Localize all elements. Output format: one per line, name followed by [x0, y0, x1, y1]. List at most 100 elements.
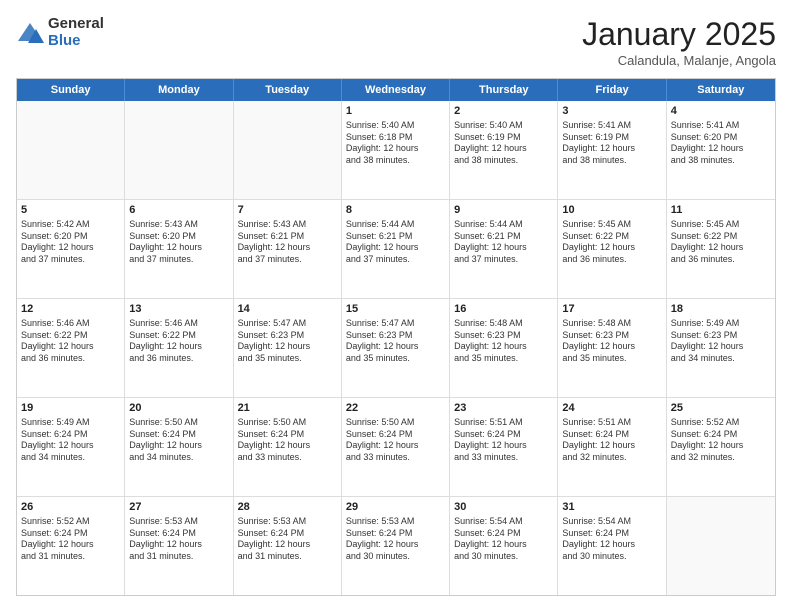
day-number: 6: [129, 203, 228, 218]
calendar-cell: [17, 101, 125, 199]
calendar-row-1: 5Sunrise: 5:42 AM Sunset: 6:20 PM Daylig…: [17, 200, 775, 299]
calendar-cell: 22Sunrise: 5:50 AM Sunset: 6:24 PM Dayli…: [342, 398, 450, 496]
day-number: 12: [21, 302, 120, 317]
day-number: 7: [238, 203, 337, 218]
day-number: 9: [454, 203, 553, 218]
cell-sun-info: Sunrise: 5:46 AM Sunset: 6:22 PM Dayligh…: [129, 318, 228, 365]
cell-sun-info: Sunrise: 5:44 AM Sunset: 6:21 PM Dayligh…: [454, 219, 553, 266]
calendar-cell: 18Sunrise: 5:49 AM Sunset: 6:23 PM Dayli…: [667, 299, 775, 397]
calendar-cell: 28Sunrise: 5:53 AM Sunset: 6:24 PM Dayli…: [234, 497, 342, 595]
cell-sun-info: Sunrise: 5:41 AM Sunset: 6:19 PM Dayligh…: [562, 120, 661, 167]
logo-general-text: General: [48, 16, 104, 33]
calendar-cell: 9Sunrise: 5:44 AM Sunset: 6:21 PM Daylig…: [450, 200, 558, 298]
day-number: 24: [562, 401, 661, 416]
day-number: 18: [671, 302, 771, 317]
calendar-cell: [125, 101, 233, 199]
cell-sun-info: Sunrise: 5:43 AM Sunset: 6:21 PM Dayligh…: [238, 219, 337, 266]
calendar-cell: 3Sunrise: 5:41 AM Sunset: 6:19 PM Daylig…: [558, 101, 666, 199]
day-number: 16: [454, 302, 553, 317]
cell-sun-info: Sunrise: 5:40 AM Sunset: 6:18 PM Dayligh…: [346, 120, 445, 167]
calendar-row-3: 19Sunrise: 5:49 AM Sunset: 6:24 PM Dayli…: [17, 398, 775, 497]
calendar-cell: 23Sunrise: 5:51 AM Sunset: 6:24 PM Dayli…: [450, 398, 558, 496]
cell-sun-info: Sunrise: 5:49 AM Sunset: 6:23 PM Dayligh…: [671, 318, 771, 365]
header-day-sunday: Sunday: [17, 79, 125, 101]
day-number: 15: [346, 302, 445, 317]
cell-sun-info: Sunrise: 5:51 AM Sunset: 6:24 PM Dayligh…: [562, 417, 661, 464]
day-number: 30: [454, 500, 553, 515]
calendar-cell: 6Sunrise: 5:43 AM Sunset: 6:20 PM Daylig…: [125, 200, 233, 298]
calendar-cell: 24Sunrise: 5:51 AM Sunset: 6:24 PM Dayli…: [558, 398, 666, 496]
cell-sun-info: Sunrise: 5:47 AM Sunset: 6:23 PM Dayligh…: [346, 318, 445, 365]
cell-sun-info: Sunrise: 5:52 AM Sunset: 6:24 PM Dayligh…: [21, 516, 120, 563]
header-day-wednesday: Wednesday: [342, 79, 450, 101]
cell-sun-info: Sunrise: 5:44 AM Sunset: 6:21 PM Dayligh…: [346, 219, 445, 266]
cell-sun-info: Sunrise: 5:41 AM Sunset: 6:20 PM Dayligh…: [671, 120, 771, 167]
calendar-cell: 29Sunrise: 5:53 AM Sunset: 6:24 PM Dayli…: [342, 497, 450, 595]
cell-sun-info: Sunrise: 5:40 AM Sunset: 6:19 PM Dayligh…: [454, 120, 553, 167]
header-day-saturday: Saturday: [667, 79, 775, 101]
header-day-monday: Monday: [125, 79, 233, 101]
cell-sun-info: Sunrise: 5:50 AM Sunset: 6:24 PM Dayligh…: [238, 417, 337, 464]
logo-blue-text: Blue: [48, 33, 104, 50]
cell-sun-info: Sunrise: 5:45 AM Sunset: 6:22 PM Dayligh…: [671, 219, 771, 266]
day-number: 2: [454, 104, 553, 119]
logo-icon: [16, 19, 44, 47]
logo: General Blue: [16, 16, 104, 49]
calendar-cell: 10Sunrise: 5:45 AM Sunset: 6:22 PM Dayli…: [558, 200, 666, 298]
calendar-cell: 11Sunrise: 5:45 AM Sunset: 6:22 PM Dayli…: [667, 200, 775, 298]
day-number: 26: [21, 500, 120, 515]
page: General Blue January 2025 Calandula, Mal…: [0, 0, 792, 612]
calendar-cell: 14Sunrise: 5:47 AM Sunset: 6:23 PM Dayli…: [234, 299, 342, 397]
calendar-cell: 31Sunrise: 5:54 AM Sunset: 6:24 PM Dayli…: [558, 497, 666, 595]
title-block: January 2025 Calandula, Malanje, Angola: [582, 16, 776, 68]
day-number: 29: [346, 500, 445, 515]
cell-sun-info: Sunrise: 5:53 AM Sunset: 6:24 PM Dayligh…: [129, 516, 228, 563]
header-day-friday: Friday: [558, 79, 666, 101]
calendar-cell: 7Sunrise: 5:43 AM Sunset: 6:21 PM Daylig…: [234, 200, 342, 298]
cell-sun-info: Sunrise: 5:48 AM Sunset: 6:23 PM Dayligh…: [454, 318, 553, 365]
cell-sun-info: Sunrise: 5:47 AM Sunset: 6:23 PM Dayligh…: [238, 318, 337, 365]
calendar-cell: [234, 101, 342, 199]
calendar-cell: [667, 497, 775, 595]
day-number: 31: [562, 500, 661, 515]
day-number: 22: [346, 401, 445, 416]
cell-sun-info: Sunrise: 5:54 AM Sunset: 6:24 PM Dayligh…: [454, 516, 553, 563]
cell-sun-info: Sunrise: 5:53 AM Sunset: 6:24 PM Dayligh…: [238, 516, 337, 563]
calendar-cell: 13Sunrise: 5:46 AM Sunset: 6:22 PM Dayli…: [125, 299, 233, 397]
cell-sun-info: Sunrise: 5:50 AM Sunset: 6:24 PM Dayligh…: [346, 417, 445, 464]
calendar-cell: 15Sunrise: 5:47 AM Sunset: 6:23 PM Dayli…: [342, 299, 450, 397]
cell-sun-info: Sunrise: 5:52 AM Sunset: 6:24 PM Dayligh…: [671, 417, 771, 464]
calendar-cell: 20Sunrise: 5:50 AM Sunset: 6:24 PM Dayli…: [125, 398, 233, 496]
calendar-cell: 12Sunrise: 5:46 AM Sunset: 6:22 PM Dayli…: [17, 299, 125, 397]
calendar-cell: 17Sunrise: 5:48 AM Sunset: 6:23 PM Dayli…: [558, 299, 666, 397]
calendar-cell: 19Sunrise: 5:49 AM Sunset: 6:24 PM Dayli…: [17, 398, 125, 496]
day-number: 28: [238, 500, 337, 515]
cell-sun-info: Sunrise: 5:46 AM Sunset: 6:22 PM Dayligh…: [21, 318, 120, 365]
cell-sun-info: Sunrise: 5:51 AM Sunset: 6:24 PM Dayligh…: [454, 417, 553, 464]
calendar-cell: 21Sunrise: 5:50 AM Sunset: 6:24 PM Dayli…: [234, 398, 342, 496]
day-number: 4: [671, 104, 771, 119]
day-number: 27: [129, 500, 228, 515]
cell-sun-info: Sunrise: 5:53 AM Sunset: 6:24 PM Dayligh…: [346, 516, 445, 563]
day-number: 11: [671, 203, 771, 218]
calendar-cell: 8Sunrise: 5:44 AM Sunset: 6:21 PM Daylig…: [342, 200, 450, 298]
header-day-tuesday: Tuesday: [234, 79, 342, 101]
calendar-cell: 25Sunrise: 5:52 AM Sunset: 6:24 PM Dayli…: [667, 398, 775, 496]
day-number: 20: [129, 401, 228, 416]
day-number: 1: [346, 104, 445, 119]
calendar-cell: 1Sunrise: 5:40 AM Sunset: 6:18 PM Daylig…: [342, 101, 450, 199]
cell-sun-info: Sunrise: 5:43 AM Sunset: 6:20 PM Dayligh…: [129, 219, 228, 266]
cell-sun-info: Sunrise: 5:54 AM Sunset: 6:24 PM Dayligh…: [562, 516, 661, 563]
cell-sun-info: Sunrise: 5:49 AM Sunset: 6:24 PM Dayligh…: [21, 417, 120, 464]
day-number: 19: [21, 401, 120, 416]
calendar-header: SundayMondayTuesdayWednesdayThursdayFrid…: [17, 79, 775, 101]
day-number: 5: [21, 203, 120, 218]
header: General Blue January 2025 Calandula, Mal…: [16, 16, 776, 68]
calendar-cell: 16Sunrise: 5:48 AM Sunset: 6:23 PM Dayli…: [450, 299, 558, 397]
calendar-cell: 26Sunrise: 5:52 AM Sunset: 6:24 PM Dayli…: [17, 497, 125, 595]
day-number: 23: [454, 401, 553, 416]
calendar-row-4: 26Sunrise: 5:52 AM Sunset: 6:24 PM Dayli…: [17, 497, 775, 595]
calendar-cell: 2Sunrise: 5:40 AM Sunset: 6:19 PM Daylig…: [450, 101, 558, 199]
day-number: 25: [671, 401, 771, 416]
logo-text: General Blue: [48, 16, 104, 49]
